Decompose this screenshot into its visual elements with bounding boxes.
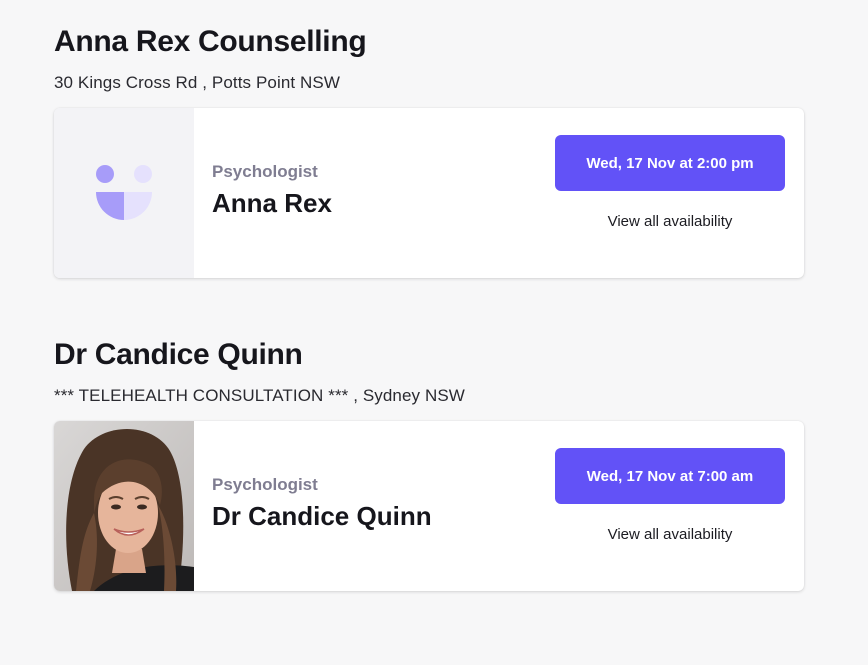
practitioner-name[interactable]: Anna Rex	[212, 188, 332, 218]
practitioner-card: Psychologist Anna Rex Wed, 17 Nov at 2:0…	[54, 108, 804, 278]
practitioner-info: Psychologist Dr Candice Quinn	[212, 475, 432, 531]
practitioner-role: Psychologist	[212, 162, 318, 181]
placeholder-logo-icon	[54, 108, 194, 278]
profile-photo	[54, 421, 194, 591]
practice-address: *** TELEHEALTH CONSULTATION *** , Sydney…	[54, 386, 465, 405]
practitioner-info: Psychologist Anna Rex	[212, 162, 332, 218]
view-availability-link[interactable]: View all availability	[555, 212, 785, 232]
practitioner-avatar[interactable]	[54, 421, 194, 591]
practice-title[interactable]: Anna Rex Counselling	[54, 24, 804, 60]
practitioner-role: Psychologist	[212, 475, 318, 494]
book-appointment-button[interactable]: Wed, 17 Nov at 7:00 am	[555, 448, 785, 504]
practice-listing: Anna Rex Counselling 30 Kings Cross Rd ,…	[54, 24, 804, 278]
book-appointment-button[interactable]: Wed, 17 Nov at 2:00 pm	[555, 135, 785, 191]
view-availability-link[interactable]: View all availability	[555, 525, 785, 545]
practice-listing: Dr Candice Quinn *** TELEHEALTH CONSULTA…	[54, 337, 804, 591]
practice-address: 30 Kings Cross Rd , Potts Point NSW	[54, 73, 340, 92]
practice-title[interactable]: Dr Candice Quinn	[54, 337, 804, 373]
practitioner-avatar[interactable]	[54, 108, 194, 278]
practitioner-name[interactable]: Dr Candice Quinn	[212, 501, 432, 531]
practitioner-card: Psychologist Dr Candice Quinn Wed, 17 No…	[54, 421, 804, 591]
